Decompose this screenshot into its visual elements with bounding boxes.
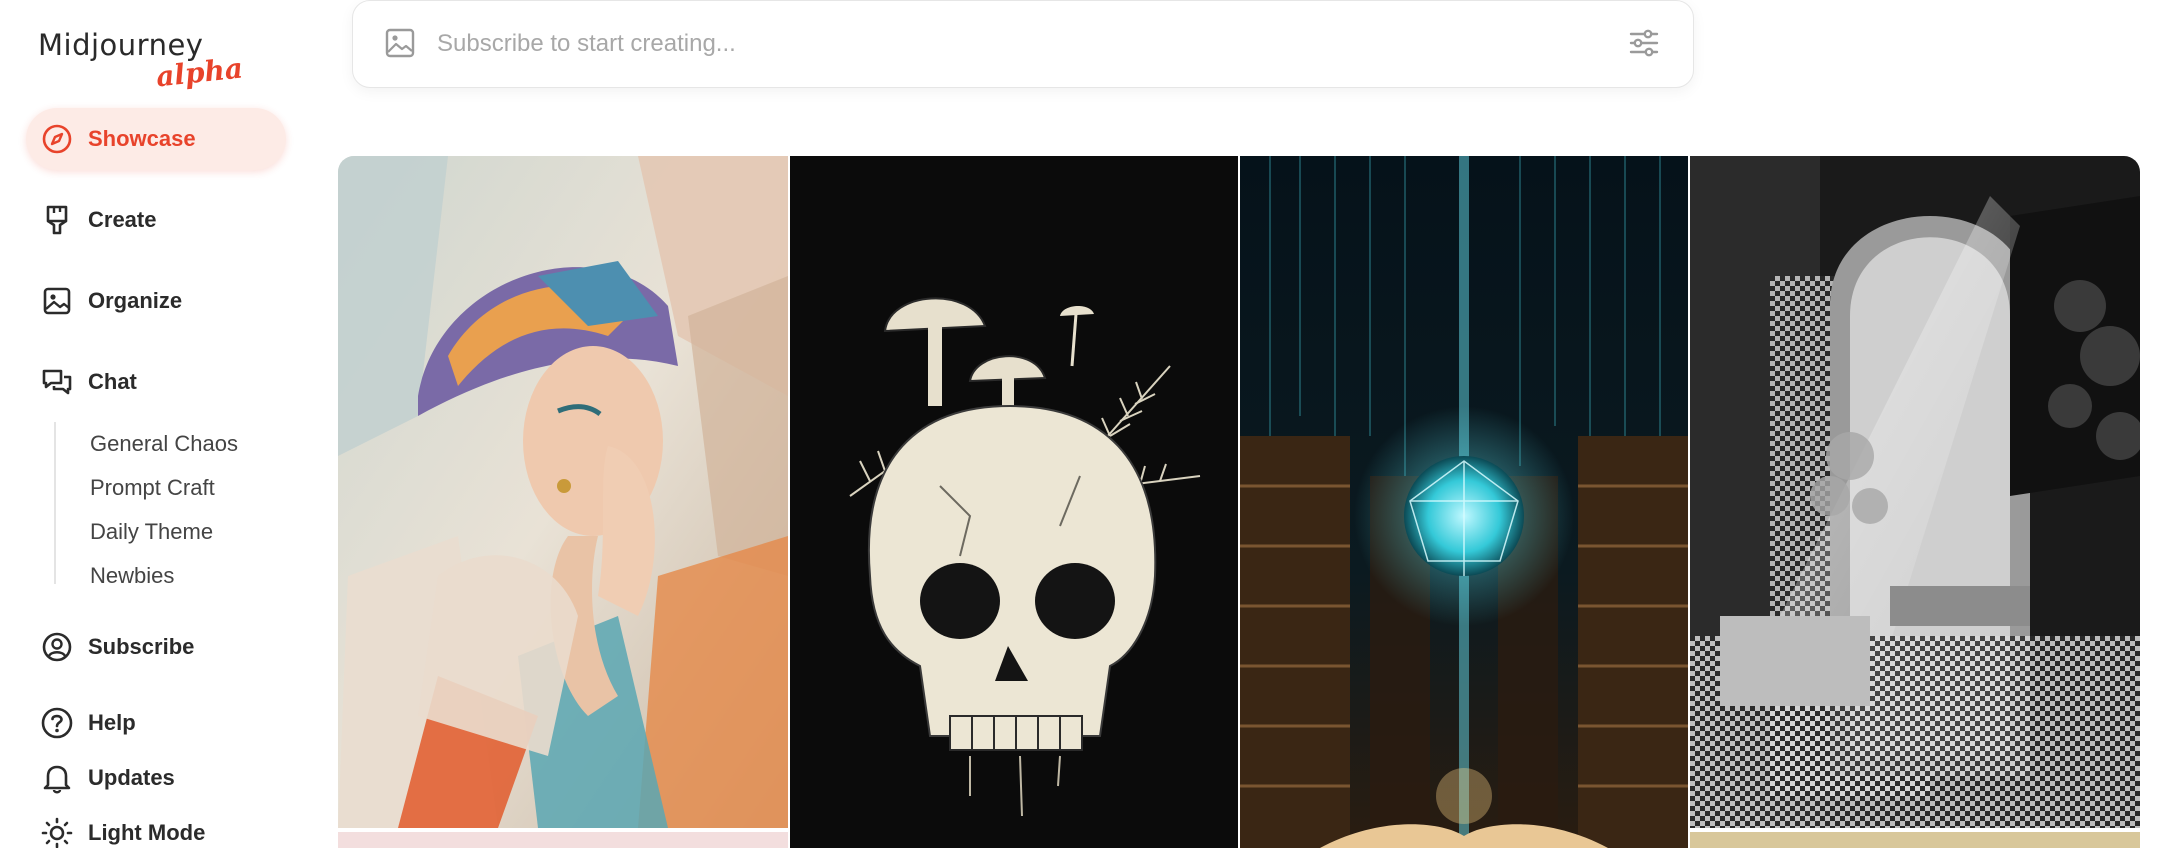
gallery-image[interactable] <box>1240 156 1688 848</box>
gallery-image[interactable] <box>790 156 1238 848</box>
sidebar-item-label: Showcase <box>88 126 196 151</box>
sidebar-item-light-mode[interactable]: Light Mode <box>26 802 205 848</box>
bell-icon <box>40 761 74 795</box>
logo-text: Midjourney <box>38 28 204 62</box>
channel-general-chaos[interactable]: General Chaos <box>90 422 238 466</box>
user-circle-icon <box>40 630 74 664</box>
image-icon <box>40 284 74 318</box>
compass-icon <box>40 122 74 156</box>
channel-daily-theme[interactable]: Daily Theme <box>90 510 238 554</box>
sidebar-item-label: Light Mode <box>88 820 206 845</box>
gallery-image-next-row <box>1690 832 2140 848</box>
sidebar-item-label: Organize <box>88 288 183 313</box>
sidebar-item-label: Create <box>88 207 157 232</box>
sidebar-item-organize[interactable]: Organize <box>26 270 182 332</box>
channel-prompt-craft[interactable]: Prompt Craft <box>90 466 238 510</box>
sidebar-item-label: Updates <box>88 765 175 790</box>
gallery-image-next-row <box>338 832 788 848</box>
gallery-image[interactable] <box>338 156 788 828</box>
brush-icon <box>40 203 74 237</box>
sidebar: Midjourney alpha Showcase Create Organiz… <box>0 0 320 848</box>
sidebar-item-label: Help <box>88 710 136 735</box>
question-circle-icon <box>40 706 74 740</box>
sliders-icon[interactable] <box>1627 26 1663 62</box>
gallery-image[interactable] <box>1690 156 2140 828</box>
sidebar-item-help[interactable]: Help <box>26 692 136 754</box>
prompt-bar[interactable]: Subscribe to start creating... <box>352 0 1694 88</box>
chat-channel-list: General Chaos Prompt Craft Daily Theme N… <box>54 422 238 588</box>
chat-bubbles-icon <box>40 365 74 399</box>
showcase-gallery <box>338 156 2140 848</box>
image-icon[interactable] <box>383 26 419 62</box>
sun-icon <box>40 816 74 848</box>
sidebar-item-chat[interactable]: Chat <box>26 351 137 413</box>
sidebar-item-subscribe[interactable]: Subscribe <box>26 616 194 678</box>
prompt-input-placeholder[interactable]: Subscribe to start creating... <box>437 30 1627 58</box>
sidebar-item-showcase[interactable]: Showcase <box>26 108 286 170</box>
channel-newbies[interactable]: Newbies <box>90 554 238 598</box>
sidebar-item-label: Chat <box>88 369 137 394</box>
logo[interactable]: Midjourney alpha <box>38 28 244 93</box>
sidebar-item-create[interactable]: Create <box>26 189 156 251</box>
sidebar-item-updates[interactable]: Updates <box>26 747 175 809</box>
sidebar-item-label: Subscribe <box>88 634 195 659</box>
